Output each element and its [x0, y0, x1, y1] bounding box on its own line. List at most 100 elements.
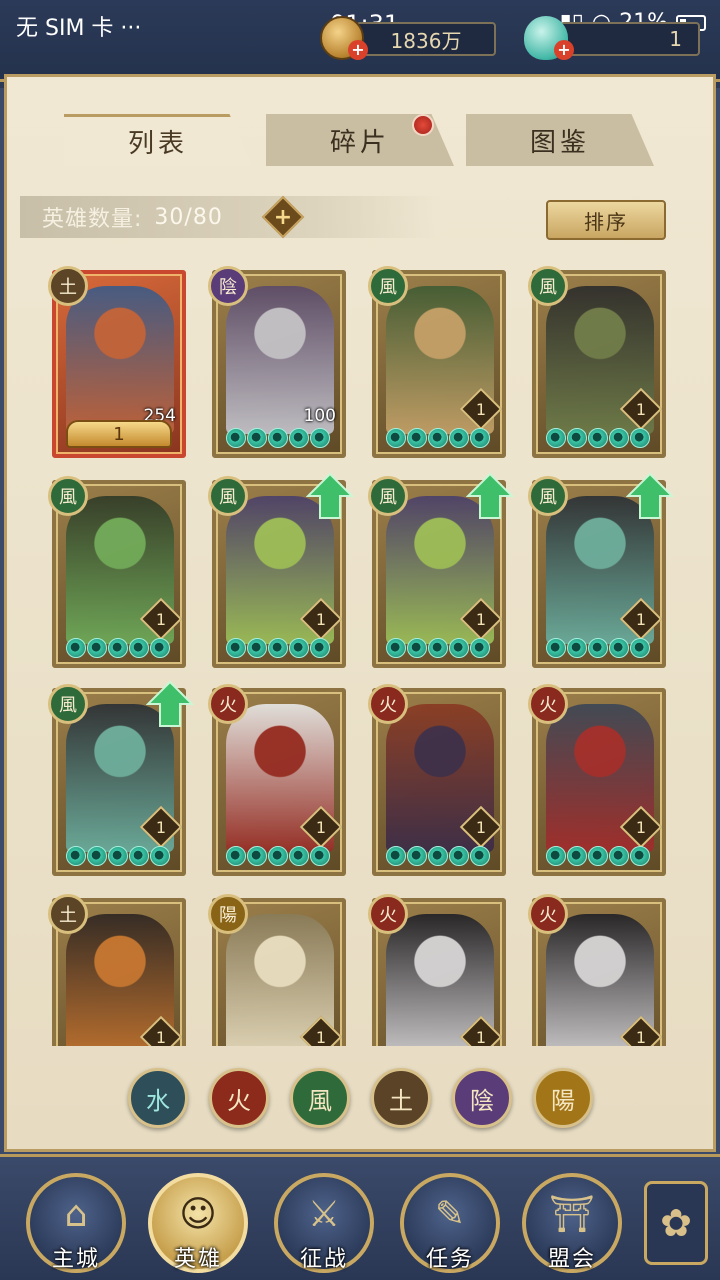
hero-card[interactable]: 土1 — [48, 894, 186, 1046]
hero-card[interactable]: 火1 — [368, 894, 506, 1047]
filter-wind-button[interactable]: 風 — [290, 1068, 350, 1128]
hero-card[interactable]: 陽1 — [208, 894, 346, 1047]
jade-star-icon — [588, 638, 608, 658]
jade-star-icon — [66, 846, 86, 866]
wind-element-icon: 風 — [208, 476, 248, 516]
jade-star-icon — [546, 846, 566, 866]
hero-star-rating — [386, 638, 490, 660]
nav-city-button[interactable]: ⌂ 主城 — [26, 1173, 126, 1273]
filter-yin-button[interactable]: 陰 — [452, 1068, 512, 1128]
hero-level: 1 — [635, 609, 647, 629]
hero-card[interactable]: 風1 — [48, 680, 194, 876]
fire-element-icon: 火 — [368, 894, 408, 934]
jade-star-icon — [630, 638, 650, 658]
hero-level: 1 — [315, 817, 327, 837]
upgrade-arrow-icon — [306, 472, 354, 519]
jade-star-icon — [247, 638, 267, 658]
hero-card[interactable]: 風1 — [208, 472, 354, 668]
tab-list[interactable]: 列表 — [64, 114, 252, 166]
hero-star-rating — [546, 638, 650, 660]
fire-element-icon: 火 — [368, 684, 408, 724]
hero-count-bar: 英雄数量: 30/80 — [20, 196, 440, 238]
jade-star-icon — [386, 638, 406, 658]
add-jade-button[interactable]: + — [554, 40, 574, 60]
jade-star-icon — [567, 846, 587, 866]
hero-level: 1 — [635, 399, 647, 419]
hero-card[interactable]: 風1 — [528, 266, 666, 458]
jade-star-icon — [449, 846, 469, 866]
coin-counter: 1836万 — [356, 22, 496, 56]
top-bar: 无 SIM 卡 ··· 01:31 ▮▯ ◠ 21% 1836万 + 1 + — [0, 0, 720, 82]
hero-fragment-count: 100 — [303, 406, 336, 426]
hero-card[interactable]: 風1 — [528, 472, 674, 668]
wind-element-icon: 風 — [368, 476, 408, 516]
jade-star-icon — [150, 846, 170, 866]
hero-level: 1 — [475, 1027, 487, 1047]
hero-card[interactable]: 火1 — [368, 684, 506, 876]
hero-star-rating — [546, 428, 650, 450]
jade-star-icon — [630, 846, 650, 866]
hero-star-rating — [386, 428, 490, 450]
hero-card[interactable]: 陰 100 — [208, 266, 346, 458]
jade-star-icon — [609, 638, 629, 658]
hero-level: 1 — [475, 609, 487, 629]
nav-guild-button[interactable]: ⛩ 盟会 — [522, 1173, 622, 1273]
tab-collection[interactable]: 图鉴 — [466, 114, 654, 166]
hero-level: 1 — [315, 1027, 327, 1047]
nav-quest-button[interactable]: ✎ 任务 — [400, 1173, 500, 1273]
hero-card[interactable]: 土 254 1 — [48, 266, 186, 458]
hero-card[interactable]: 風1 — [368, 472, 514, 668]
bottom-nav: ⌂ 主城 ☺ 英雄 ⚔ 征战 ✎ 任务 ⛩ 盟会 ✿ — [0, 1154, 720, 1280]
jade-star-icon — [268, 638, 288, 658]
hero-card[interactable]: 風1 — [368, 266, 506, 458]
hero-card[interactable]: 火1 — [528, 684, 666, 876]
jade-star-icon — [226, 846, 246, 866]
tab-collection-label: 图鉴 — [529, 127, 590, 158]
jade-star-icon — [630, 428, 650, 448]
jade-star-icon — [87, 638, 107, 658]
hero-card[interactable]: 火1 — [208, 684, 346, 876]
hero-card[interactable]: 火1 — [528, 894, 666, 1046]
nav-label: 主城 — [51, 1247, 101, 1272]
hero-level: 1 — [475, 399, 487, 419]
jade-star-icon — [428, 428, 448, 448]
hero-card[interactable]: 風1 — [48, 476, 186, 668]
hero-star-rating — [66, 638, 170, 660]
hero-icon: ☺ — [179, 1194, 217, 1235]
jade-star-icon — [449, 638, 469, 658]
jade-star-icon — [546, 428, 566, 448]
filter-fire-button[interactable]: 火 — [209, 1068, 269, 1128]
jade-star-icon — [310, 846, 330, 866]
yang-element-icon: 陽 — [208, 894, 248, 934]
filter-earth-button[interactable]: 土 — [371, 1068, 431, 1128]
jade-star-icon — [310, 638, 330, 658]
jade-star-icon — [268, 846, 288, 866]
jade-star-icon — [108, 846, 128, 866]
jade-star-icon — [289, 428, 309, 448]
nav-battle-button[interactable]: ⚔ 征战 — [274, 1173, 374, 1273]
carrier-label: 无 SIM 卡 ··· — [16, 16, 142, 41]
jade-star-icon — [289, 846, 309, 866]
jade-star-icon — [66, 638, 86, 658]
guild-icon: ⛩ — [549, 1194, 595, 1235]
quest-icon: ✎ — [434, 1194, 466, 1235]
hero-level: 1 — [315, 609, 327, 629]
jade-star-icon — [470, 428, 490, 448]
hero-star-rating — [226, 846, 330, 868]
coin-amount: 1836万 — [390, 28, 462, 53]
nav-hero-button[interactable]: ☺ 英雄 — [148, 1173, 248, 1273]
menu-button[interactable]: ✿ — [644, 1181, 708, 1265]
jade-star-icon — [226, 428, 246, 448]
jade-star-icon — [386, 428, 406, 448]
hero-level: 1 — [155, 609, 167, 629]
city-icon: ⌂ — [64, 1194, 88, 1235]
filter-water-button[interactable]: 水 — [128, 1068, 188, 1128]
flower-menu-icon: ✿ — [660, 1201, 692, 1245]
sort-button[interactable]: 排序 — [546, 200, 666, 240]
filter-yang-button[interactable]: 陽 — [533, 1068, 593, 1128]
jade-star-icon — [567, 428, 587, 448]
add-coins-button[interactable]: + — [348, 40, 368, 60]
nav-label: 征战 — [299, 1247, 349, 1272]
upgrade-arrow-icon — [626, 472, 674, 519]
jade-star-icon — [609, 846, 629, 866]
